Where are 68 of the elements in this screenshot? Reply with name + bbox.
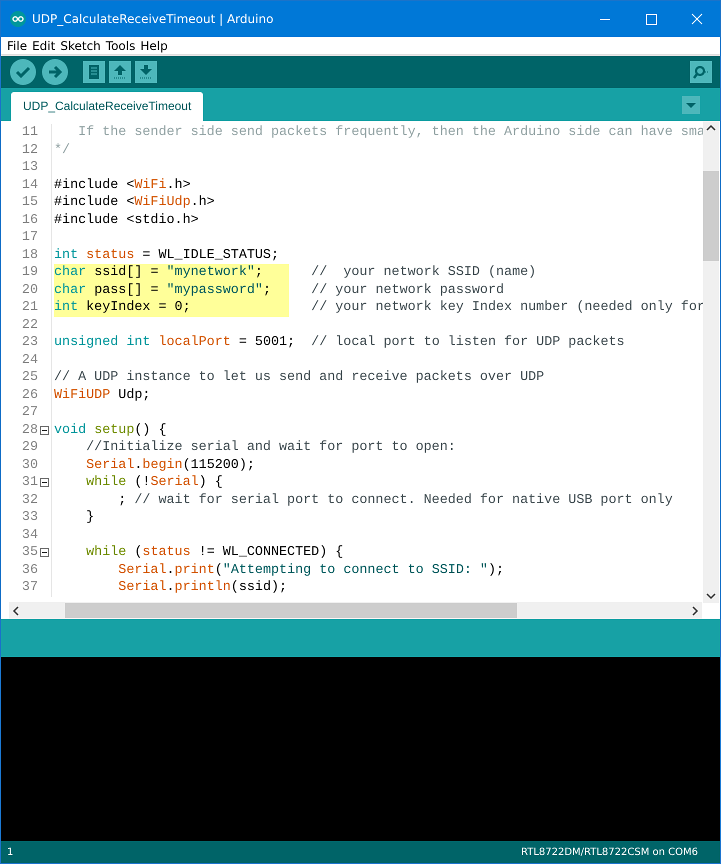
line-number: 11 [20, 125, 38, 140]
verify-button[interactable] [9, 58, 37, 86]
horizontal-scrollbar[interactable] [9, 602, 702, 619]
line-number: 19 [20, 265, 38, 280]
tab-menu-icon[interactable] [682, 96, 700, 114]
code-line: Serial.println(ssid); [117, 579, 288, 596]
line-number: 23 [20, 335, 38, 350]
sketch-tab[interactable]: UDP_CalculateReceiveTimeout [11, 92, 204, 121]
code-line: void setup() { [54, 422, 168, 439]
line-number: 22 [20, 318, 38, 333]
code-line: while (!Serial) { [85, 474, 224, 492]
code-line: } [85, 509, 96, 526]
code-line: Serial.begin(115200); [85, 456, 256, 474]
line-number: 35 [20, 545, 38, 560]
code-line: #include <WiFi.h> [54, 176, 192, 194]
line-number: 32 [20, 492, 38, 508]
code-line: unsigned int localPort = 5001; // local port to listen for UDP packets [54, 334, 625, 352]
code-line: //Initialize serial and wait for port to open: [85, 439, 456, 456]
line-number: 21 [20, 300, 38, 316]
board-port-label: RTL8722DM/RTL8722CSM on COM6 [520, 846, 698, 858]
infinity-icon [10, 11, 26, 27]
code-line: // A UDP instance to let us send and receive packets over UDP [54, 369, 544, 386]
save-button[interactable] [135, 61, 157, 83]
code-line: while (status != WL_CONNECTED) { [85, 544, 344, 562]
line-number: 20 [20, 282, 38, 298]
line-number: 29 [20, 440, 38, 456]
line-number: 25 [20, 370, 38, 386]
window-title: UDP_CalculateReceiveTimeout | Arduino [32, 12, 274, 26]
line-number: 26 [20, 388, 38, 403]
line-number: 12 [20, 142, 38, 158]
scroll-thumb[interactable] [703, 171, 719, 261]
line-number: 15 [20, 195, 38, 210]
collapse-icon[interactable] [40, 426, 49, 435]
line-number: 37 [20, 580, 38, 596]
line-number: 14 [20, 178, 38, 193]
menu-item[interactable]: Help [140, 38, 168, 52]
line-number: 24 [20, 352, 38, 368]
line-number: 33 [20, 510, 38, 526]
code-line: #include <stdio.h> [54, 212, 200, 229]
code-line: WiFiUDP Udp; [54, 386, 152, 404]
line-number: 31 [20, 475, 38, 490]
upload-button[interactable] [41, 58, 69, 86]
line-number: 28 [20, 422, 38, 438]
code-line: ; // wait for serial port to connect. Needed for native USB port only [117, 492, 673, 509]
menu-item[interactable]: Edit [32, 38, 56, 52]
collapse-icon[interactable] [40, 548, 49, 558]
scroll-thumb[interactable] [65, 603, 517, 618]
open-button[interactable] [109, 61, 131, 83]
line-number: 30 [20, 458, 38, 473]
code-line: */ [54, 142, 72, 159]
menu-item[interactable]: Sketch [60, 38, 101, 52]
menu-item[interactable]: Tools [106, 38, 136, 52]
line-number: 34 [20, 528, 38, 543]
collapse-icon[interactable] [40, 478, 49, 488]
line-number: 27 [20, 405, 38, 420]
menu-item[interactable]: File [7, 38, 28, 52]
line-number: 16 [20, 212, 38, 228]
vertical-scrollbar[interactable] [703, 121, 719, 603]
new-sketch-button[interactable] [83, 61, 105, 83]
line-number: 36 [20, 562, 38, 578]
line-number: 17 [20, 230, 38, 246]
line-indicator: 1 [7, 846, 14, 858]
serial-monitor-button[interactable] [690, 61, 712, 83]
code-line: Serial.print("Attempting to connect to SSID: "); [117, 562, 504, 579]
line-number: 18 [20, 248, 38, 263]
code-line: int status = WL_IDLE_STATUS; [54, 246, 280, 264]
line-number: 13 [20, 160, 38, 176]
code-line: #include <WiFiUdp.h> [54, 194, 216, 212]
